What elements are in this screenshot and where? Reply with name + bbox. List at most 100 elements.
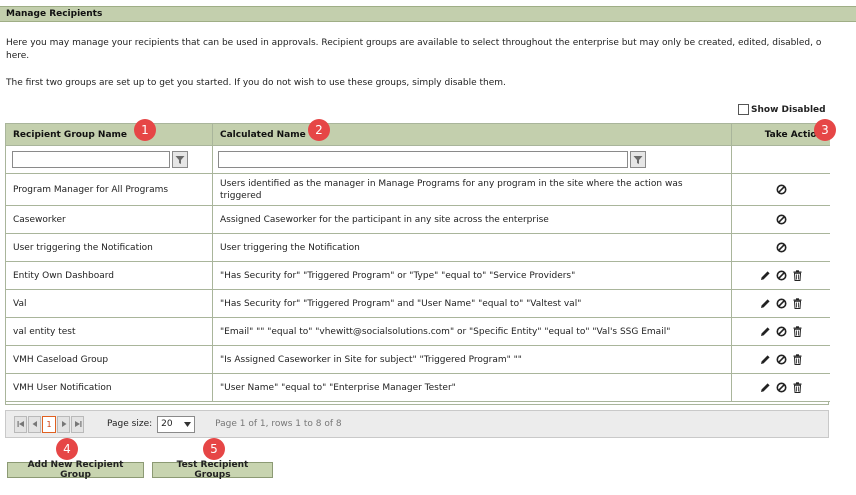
row-group-name: Val — [6, 290, 213, 318]
row-actions — [732, 174, 830, 206]
trash-icon — [793, 326, 801, 337]
action-icons — [776, 184, 787, 195]
funnel-icon — [633, 155, 643, 164]
row-calculated-name: "Email" "" "equal to" "vhewitt@socialsol… — [213, 318, 732, 346]
edit-button[interactable] — [760, 354, 771, 365]
delete-button[interactable] — [792, 326, 803, 337]
trash-icon — [793, 354, 801, 365]
row-actions — [732, 374, 830, 402]
first-page-button[interactable] — [14, 415, 27, 433]
row-actions — [732, 234, 830, 262]
show-disabled-label: Show Disabled — [751, 104, 826, 115]
pencil-icon — [760, 355, 770, 364]
calculated-filter-input[interactable] — [218, 151, 628, 168]
delete-button[interactable] — [792, 298, 803, 309]
funnel-icon — [175, 155, 185, 164]
callout-badge-4: 4 — [56, 438, 78, 460]
page-size-select[interactable]: 20 — [157, 415, 196, 433]
edit-button[interactable] — [760, 326, 771, 337]
table-row: Program Manager for All Programs Users i… — [6, 174, 830, 206]
callout-badge-1: 1 — [134, 119, 156, 141]
disable-icon — [776, 242, 786, 253]
column-header-name[interactable]: Recipient Group Name — [6, 124, 213, 146]
grid-header-row: Recipient Group Name Calculated Name Tak… — [6, 124, 830, 146]
disable-button[interactable] — [776, 326, 787, 337]
row-calculated-name: "User Name" "equal to" "Enterprise Manag… — [213, 374, 732, 402]
table-row: Caseworker Assigned Caseworker for the p… — [6, 206, 830, 234]
last-page-button[interactable] — [71, 415, 84, 433]
disable-button[interactable] — [776, 298, 787, 309]
show-disabled-toggle[interactable]: Show Disabled — [738, 104, 826, 115]
delete-button[interactable] — [792, 382, 803, 393]
table-row: VMH Caseload Group "Is Assigned Casework… — [6, 346, 830, 374]
show-disabled-checkbox[interactable] — [738, 104, 749, 115]
first-page-icon — [17, 421, 24, 427]
table-row: Val "Has Security for" "Triggered Progra… — [6, 290, 830, 318]
row-group-name: User triggering the Notification — [6, 234, 213, 262]
row-actions — [732, 346, 830, 374]
action-icons — [776, 242, 787, 253]
table-row: Entity Own Dashboard "Has Security for" … — [6, 262, 830, 290]
table-row: User triggering the Notification User tr… — [6, 234, 830, 262]
intro-line-2: The first two groups are set up to get y… — [6, 78, 506, 88]
filter-cell-calculated — [213, 146, 732, 174]
column-header-calculated[interactable]: Calculated Name — [213, 124, 732, 146]
edit-button[interactable] — [760, 382, 771, 393]
row-group-name: Entity Own Dashboard — [6, 262, 213, 290]
intro-text: Here you may manage your recipients that… — [6, 37, 856, 63]
name-filter-button[interactable] — [172, 151, 188, 168]
row-actions — [732, 262, 830, 290]
row-calculated-name: "Has Security for" "Triggered Program" a… — [213, 290, 732, 318]
next-page-button[interactable] — [57, 415, 70, 433]
callout-badge-2: 2 — [308, 119, 330, 141]
disable-icon — [776, 298, 786, 309]
disable-button[interactable] — [776, 242, 787, 253]
chevron-down-icon — [184, 421, 192, 427]
delete-button[interactable] — [792, 354, 803, 365]
name-filter-input[interactable] — [12, 151, 170, 168]
disable-button[interactable] — [776, 382, 787, 393]
current-page-number[interactable]: 1 — [42, 415, 56, 433]
trash-icon — [793, 270, 801, 281]
action-icons — [760, 270, 803, 281]
disable-button[interactable] — [776, 270, 787, 281]
callout-badge-5: 5 — [203, 438, 225, 460]
row-actions — [732, 290, 830, 318]
pager: 1 Page size: 20 Page 1 of 1, rows 1 to 8… — [5, 410, 829, 438]
row-group-name: VMH User Notification — [6, 374, 213, 402]
row-group-name: Program Manager for All Programs — [6, 174, 213, 206]
trash-icon — [793, 298, 801, 309]
callout-badge-3: 3 — [814, 119, 836, 141]
row-actions — [732, 206, 830, 234]
edit-button[interactable] — [760, 298, 771, 309]
test-recipient-groups-button[interactable]: Test Recipient Groups — [152, 460, 273, 480]
delete-button[interactable] — [792, 270, 803, 281]
add-new-recipient-group-button[interactable]: Add New Recipient Group — [7, 460, 144, 480]
calculated-filter-button[interactable] — [630, 151, 646, 168]
filter-cell-name — [6, 146, 213, 174]
edit-button[interactable] — [760, 270, 771, 281]
grid-filter-row — [6, 146, 830, 174]
previous-page-button[interactable] — [28, 415, 41, 433]
disable-button[interactable] — [776, 184, 787, 195]
action-icons — [760, 382, 803, 393]
row-calculated-name: Users identified as the manager in Manag… — [213, 174, 732, 206]
action-icons — [776, 214, 787, 225]
disable-icon — [776, 354, 786, 365]
action-icons — [760, 354, 803, 365]
pencil-icon — [760, 299, 770, 308]
disable-button[interactable] — [776, 354, 787, 365]
pager-info: Page 1 of 1, rows 1 to 8 of 8 — [215, 419, 342, 429]
disable-icon — [776, 184, 786, 195]
action-icons — [760, 326, 803, 337]
page-size-label: Page size: — [107, 419, 153, 429]
intro-line-1b: here. — [6, 51, 30, 61]
row-actions — [732, 318, 830, 346]
row-calculated-name: "Has Security for" "Triggered Program" o… — [213, 262, 732, 290]
intro-line-1: Here you may manage your recipients that… — [6, 38, 822, 48]
row-calculated-name: User triggering the Notification — [213, 234, 732, 262]
recipients-grid: Recipient Group Name Calculated Name Tak… — [5, 123, 830, 405]
disable-button[interactable] — [776, 214, 787, 225]
trash-icon — [793, 382, 801, 393]
disable-icon — [776, 214, 786, 225]
